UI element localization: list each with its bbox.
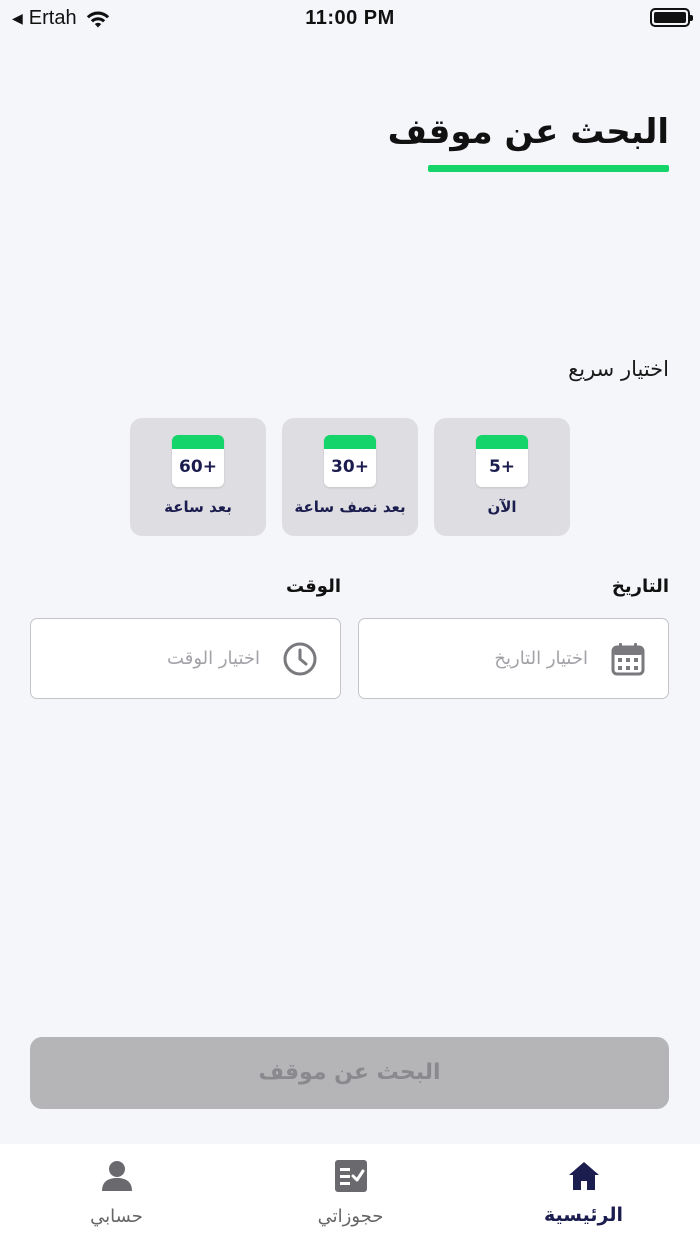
quick-option-hour[interactable]: 60+ بعد ساعة bbox=[130, 418, 266, 536]
calendar-badge-icon: 5+ bbox=[476, 435, 528, 487]
quick-option-value: 60+ bbox=[179, 457, 217, 477]
quick-option-half-hour[interactable]: 30+ بعد نصف ساعة bbox=[282, 418, 418, 536]
page-title: البحث عن موقف bbox=[387, 112, 669, 152]
time-picker-field[interactable]: اختيار الوقت bbox=[30, 618, 341, 699]
status-time: 11:00 PM bbox=[305, 7, 395, 29]
quick-option-now[interactable]: 5+ الآن bbox=[434, 418, 570, 536]
quick-select-label: اختيار سريع bbox=[568, 357, 669, 381]
quick-option-label: بعد نصف ساعة bbox=[294, 498, 406, 516]
title-underline bbox=[428, 165, 669, 172]
quick-option-label: بعد ساعة bbox=[164, 498, 232, 516]
battery-icon bbox=[650, 8, 693, 27]
user-icon bbox=[101, 1161, 132, 1191]
tab-bar: الرئيسية حجوزاتي حسابي bbox=[0, 1144, 700, 1244]
time-placeholder: اختيار الوقت bbox=[167, 648, 260, 669]
clock-icon bbox=[283, 642, 317, 676]
date-placeholder: اختيار التاريخ bbox=[494, 648, 588, 669]
date-picker-field[interactable]: اختيار التاريخ bbox=[358, 618, 669, 699]
battery-level bbox=[654, 12, 686, 23]
calendar-icon bbox=[611, 643, 645, 676]
search-parking-button[interactable]: البحث عن موقف bbox=[30, 1037, 669, 1109]
tab-home[interactable]: الرئيسية bbox=[467, 1144, 700, 1244]
calendar-badge-icon: 30+ bbox=[324, 435, 376, 487]
calendar-badge-icon: 60+ bbox=[172, 435, 224, 487]
tab-bookings[interactable]: حجوزاتي bbox=[234, 1144, 467, 1244]
quick-option-value: 30+ bbox=[331, 457, 369, 477]
time-label: الوقت bbox=[285, 576, 341, 597]
tab-bookings-label: حجوزاتي bbox=[317, 1206, 384, 1227]
quick-option-label: الآن bbox=[487, 498, 517, 516]
date-label: التاريخ bbox=[611, 576, 669, 597]
bookings-icon bbox=[334, 1160, 367, 1192]
status-bar: ◀ Ertah 11:00 PM bbox=[0, 0, 700, 36]
quick-option-value: 5+ bbox=[488, 457, 516, 477]
tab-home-label: الرئيسية bbox=[544, 1204, 623, 1226]
home-icon bbox=[568, 1162, 599, 1190]
search-parking-button-label: البحث عن موقف bbox=[258, 1060, 441, 1085]
tab-account[interactable]: حسابي bbox=[0, 1144, 233, 1244]
tab-account-label: حسابي bbox=[90, 1206, 143, 1227]
